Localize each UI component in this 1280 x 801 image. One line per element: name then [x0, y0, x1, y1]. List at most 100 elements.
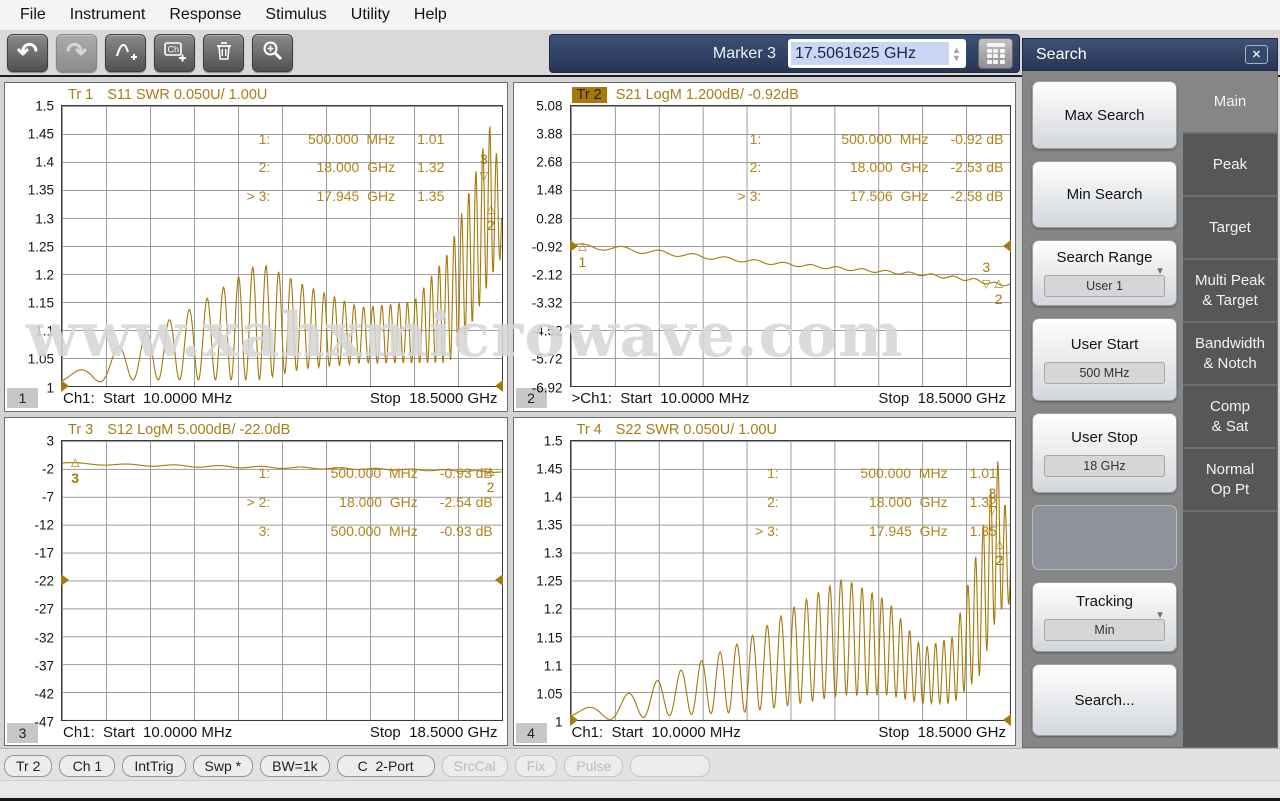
close-icon: ✕ — [1252, 48, 1261, 61]
softkey-tracking[interactable]: Tracking▼Min — [1032, 582, 1177, 652]
delete-button[interactable] — [203, 34, 244, 72]
trace-header[interactable]: Tr 2S21 LogM 1.200dB/ -0.92dB — [516, 85, 1012, 105]
y-axis-label: 1.15 — [536, 630, 562, 645]
add-channel-button[interactable]: Ch — [154, 34, 195, 72]
status-inttrig[interactable]: IntTrig — [122, 755, 185, 777]
softkey-max-search[interactable]: Max Search — [1032, 81, 1177, 149]
reference-level-arrow — [1003, 714, 1011, 726]
menu-instrument[interactable]: Instrument — [58, 3, 158, 27]
menu-help[interactable]: Help — [402, 3, 459, 27]
trace-header[interactable]: Tr 3S12 LogM 5.000dB/ -22.0dB — [7, 420, 503, 440]
trace-header[interactable]: Tr 4 S22 SWR 0.050U/ 1.00U — [516, 420, 1012, 440]
tab-peak[interactable]: Peak — [1183, 134, 1277, 197]
marker-readout-cell: 1.35 — [970, 523, 997, 539]
delete-icon — [213, 40, 235, 65]
menu-response[interactable]: Response — [157, 3, 253, 27]
marker-1-label: 1 — [578, 254, 586, 270]
softkey-min-search[interactable]: Min Search — [1032, 161, 1177, 228]
step-down-icon[interactable]: ▼ — [952, 54, 961, 62]
marker-3-label: 3 — [71, 470, 79, 486]
reference-level-arrow — [570, 714, 578, 726]
close-button[interactable]: ✕ — [1245, 45, 1268, 64]
stepper-arrows[interactable]: ▲▼ — [949, 46, 964, 62]
tab-label: Main — [1214, 92, 1247, 112]
tab-label: & Sat — [1212, 417, 1249, 437]
channel-badge[interactable]: 1 — [7, 388, 38, 408]
plot-grid[interactable]: 1:500.000 MHz1.012:18.000 GHz1.32> 3:17.… — [570, 440, 1012, 722]
marker-value-input[interactable] — [791, 42, 949, 65]
y-axis-label: 1.2 — [35, 267, 54, 282]
tab-bandwidth-notch[interactable]: Bandwidth& Notch — [1183, 323, 1277, 386]
menu-file[interactable]: File — [8, 3, 58, 27]
zoom-in-button[interactable] — [252, 34, 293, 72]
menu-utility[interactable]: Utility — [339, 3, 402, 27]
blank-softkey[interactable] — [1032, 505, 1177, 570]
marker-readout-cell: 1: — [738, 131, 762, 147]
search-panel: Search ✕ Max Search Min Search Search Rang… — [1022, 38, 1278, 748]
marker-readout-cell: -2.54 dB — [440, 494, 493, 510]
status-swp[interactable]: Swp * — [193, 755, 254, 777]
trace-label[interactable]: Tr 1 — [63, 87, 98, 103]
undo-button[interactable]: ↶ — [7, 34, 48, 72]
marker-readout-cell: -0.93 dB — [440, 465, 493, 481]
marker-2-symbol[interactable]: △ — [994, 277, 1002, 290]
marker-1-symbol[interactable]: △ — [578, 239, 586, 252]
reference-level-arrow — [1003, 240, 1011, 252]
keypad-button[interactable] — [978, 38, 1013, 69]
tab-target[interactable]: Target — [1183, 197, 1277, 260]
marker-readout-cell: -0.93 dB — [440, 523, 493, 539]
menubar: FileInstrumentResponseStimulusUtilityHel… — [0, 0, 1280, 30]
y-axis-label: 1.45 — [28, 126, 54, 141]
tab-multi-peak-target[interactable]: Multi Peak& Target — [1183, 260, 1277, 323]
softkey-search-range[interactable]: Search Range▼User 1 — [1032, 240, 1177, 306]
stimulus-start-label: Ch1: Start 10.0000 MHz — [63, 390, 232, 407]
y-axis-label: 1.4 — [35, 155, 54, 170]
trace-format: S22 SWR 0.050U/ 1.00U — [616, 422, 777, 438]
plot-grid[interactable]: 1:500.000 MHz1.012:18.000 GHz1.32> 3:17.… — [61, 105, 503, 387]
menu-stimulus[interactable]: Stimulus — [253, 3, 338, 27]
marker-2-symbol[interactable]: △ — [995, 537, 1003, 550]
marker-3-symbol[interactable]: ▽ — [982, 278, 990, 291]
plot-grid[interactable]: 1:500.000 MHz-0.93 dB> 2:18.000 GHz-2.54… — [61, 440, 503, 722]
marker-readout-cell: 18.000 GHz — [783, 159, 928, 175]
search-panel-title: Search — [1036, 46, 1087, 64]
y-axis-label: 1.25 — [28, 239, 54, 254]
add-trace-button[interactable] — [105, 34, 146, 72]
marker-entry-label: Marker 3 — [713, 45, 776, 63]
tab-normal-op-pt[interactable]: NormalOp Pt — [1183, 449, 1277, 512]
marker-readout-cell: 17.506 GHz — [783, 188, 928, 204]
tab-main[interactable]: Main — [1183, 71, 1277, 134]
marker-value-wrap: ▲▼ — [788, 39, 966, 68]
trace-label[interactable]: Tr 4 — [572, 422, 607, 438]
marker-3-symbol[interactable]: △ — [71, 456, 79, 469]
search-panel-titlebar: Search ✕ — [1022, 38, 1278, 71]
trace-header[interactable]: Tr 1S11 SWR 0.050U/ 1.00U — [7, 85, 503, 105]
channel-badge[interactable]: 3 — [7, 723, 38, 743]
y-axis-label: -22 — [34, 574, 54, 589]
keypad-icon — [987, 43, 1005, 64]
softkey-user-stop[interactable]: User Stop18 GHz — [1032, 413, 1177, 493]
status-c-2-port[interactable]: C 2-Port — [337, 755, 435, 777]
plot-grid[interactable]: 1:500.000 MHz-0.92 dB2:18.000 GHz-2.53 d… — [570, 105, 1012, 387]
marker-readout-cell: 18.000 GHz — [801, 494, 948, 510]
softkey-user-start[interactable]: User Start500 MHz — [1032, 318, 1177, 401]
trace-label[interactable]: Tr 3 — [63, 422, 98, 438]
tab-comp-sat[interactable]: Comp& Sat — [1183, 386, 1277, 449]
marker-2-symbol[interactable]: △ — [487, 203, 495, 216]
status-ch-1[interactable]: Ch 1 — [59, 755, 115, 777]
channel-badge[interactable]: 4 — [516, 723, 547, 743]
marker-readout-cell: 1: — [247, 465, 271, 481]
marker-3-symbol[interactable]: ▽ — [988, 504, 996, 517]
search-tabs: Main PeakTargetMulti Peak& TargetBandwidt… — [1183, 71, 1277, 747]
marker-3-symbol[interactable]: ▽ — [480, 169, 488, 182]
marker-readout-cell: > 2: — [247, 494, 271, 510]
softkey-search[interactable]: Search... — [1032, 664, 1177, 736]
status-tr-2[interactable]: Tr 2 — [4, 755, 52, 777]
status-bw-1k[interactable]: BW=1k — [260, 755, 330, 777]
marker-readout-cell: 1: — [247, 131, 271, 147]
marker-2-symbol[interactable]: △ — [486, 465, 494, 478]
softkey-label: Tracking — [1076, 593, 1133, 610]
trace-label[interactable]: Tr 2 — [572, 87, 607, 103]
marker-readout-cell: 500.000 MHz — [783, 131, 928, 147]
y-axis-label: 3.88 — [536, 126, 562, 141]
